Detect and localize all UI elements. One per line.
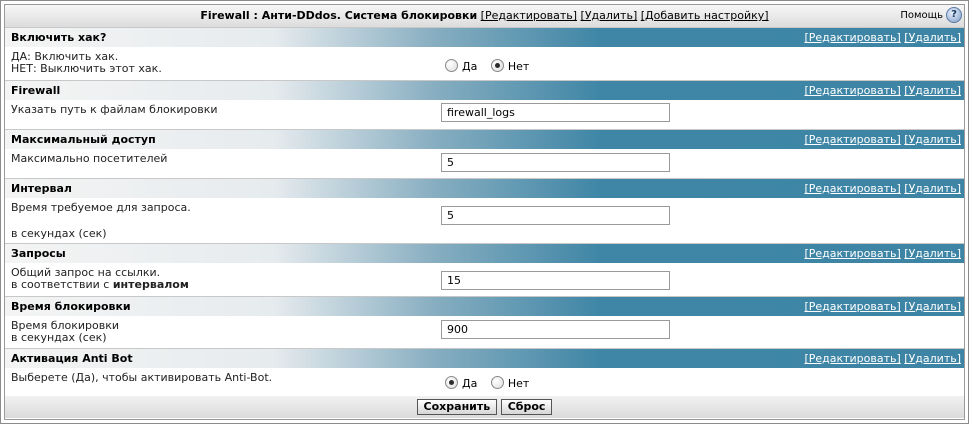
radio-label: Да bbox=[462, 377, 478, 390]
help-button[interactable]: Помощь? bbox=[900, 5, 962, 27]
description-line: Время требуемое для запроса. bbox=[11, 201, 191, 214]
help-label: Помощь bbox=[900, 10, 943, 21]
section-title: Firewall bbox=[11, 84, 61, 97]
section-header-anti-bot: Активация Anti Bot [Редактировать] [Удал… bbox=[5, 348, 964, 369]
radio-label: Нет bbox=[507, 377, 530, 390]
anti-bot-no-radio[interactable] bbox=[490, 376, 504, 389]
field-wrapper bbox=[441, 153, 670, 172]
header-delete-link[interactable]: [Удалить] bbox=[581, 9, 638, 22]
max-visitors-input[interactable] bbox=[441, 153, 670, 172]
section-delete-link[interactable]: [Удалить] bbox=[904, 300, 961, 313]
block-time-input[interactable] bbox=[441, 320, 670, 339]
firewall-path-input[interactable] bbox=[441, 103, 670, 122]
section-header-requests: Запросы [Редактировать] [Удалить] bbox=[5, 243, 964, 264]
panel-title: Firewall : Анти-DDdos. Система блокировк… bbox=[200, 9, 478, 22]
form-footer: Сохранить Сброс bbox=[5, 396, 964, 418]
header-edit-link[interactable]: [Редактировать] bbox=[481, 9, 577, 22]
section-delete-link[interactable]: [Удалить] bbox=[904, 133, 961, 146]
enable-hack-radio-group: Да Нет bbox=[445, 59, 539, 74]
anti-bot-yes-radio[interactable] bbox=[445, 376, 458, 389]
field-wrapper bbox=[441, 320, 670, 339]
setting-description: Выберете (Да), чтобы активировать Anti-B… bbox=[11, 371, 273, 384]
field-wrapper bbox=[441, 271, 670, 290]
enable-hack-no-radio[interactable] bbox=[490, 59, 504, 72]
description-text: в соответствии с bbox=[11, 278, 113, 291]
section-delete-link[interactable]: [Удалить] bbox=[904, 352, 961, 365]
panel-header: Firewall : Анти-DDdos. Система блокировк… bbox=[5, 5, 964, 28]
field-wrapper bbox=[441, 206, 670, 225]
setting-row-requests: Общий запрос на ссылки. в соответствии с… bbox=[5, 263, 964, 297]
reset-button[interactable]: Сброс bbox=[500, 399, 553, 415]
section-title: Включить хак? bbox=[11, 31, 107, 44]
section-delete-link[interactable]: [Удалить] bbox=[904, 84, 961, 97]
setting-description: ДА: Включить хак. НЕТ: Выключить этот ха… bbox=[11, 51, 162, 75]
description-line: в секундах (сек) bbox=[11, 331, 107, 344]
setting-row-enable-hack: ДА: Включить хак. НЕТ: Выключить этот ха… bbox=[5, 47, 964, 81]
section-delete-link[interactable]: [Удалить] bbox=[904, 31, 961, 44]
section-edit-link[interactable]: [Редактировать] bbox=[804, 182, 900, 195]
help-icon: ? bbox=[946, 7, 962, 23]
section-edit-link[interactable]: [Редактировать] bbox=[804, 300, 900, 313]
section-edit-link[interactable]: [Редактировать] bbox=[804, 84, 900, 97]
setting-row-anti-bot: Выберете (Да), чтобы активировать Anti-B… bbox=[5, 368, 964, 397]
settings-panel: Firewall : Анти-DDdos. Система блокировк… bbox=[4, 4, 965, 420]
field-wrapper bbox=[441, 103, 670, 122]
interval-input[interactable] bbox=[441, 206, 670, 225]
settings-window: Firewall : Анти-DDdos. Система блокировк… bbox=[0, 0, 969, 424]
save-button[interactable]: Сохранить bbox=[416, 399, 498, 415]
section-title: Интервал bbox=[11, 182, 72, 195]
section-title: Время блокировки bbox=[11, 300, 131, 313]
description-line: НЕТ: Выключить этот хак. bbox=[11, 62, 162, 75]
setting-row-firewall-path: Указать путь к файлам блокировки bbox=[5, 100, 964, 130]
description-line: в секундах (сек) bbox=[11, 227, 107, 240]
enable-hack-yes-radio[interactable] bbox=[445, 59, 458, 72]
section-delete-link[interactable]: [Удалить] bbox=[904, 182, 961, 195]
section-delete-link[interactable]: [Удалить] bbox=[904, 247, 961, 260]
setting-description: Время требуемое для запроса. в секундах … bbox=[11, 202, 191, 240]
radio-label: Да bbox=[462, 60, 478, 73]
section-edit-link[interactable]: [Редактировать] bbox=[804, 31, 900, 44]
radio-label: Нет bbox=[507, 60, 530, 73]
setting-description: Максимально посетителей bbox=[11, 152, 168, 165]
section-title: Активация Anti Bot bbox=[11, 352, 133, 365]
setting-row-block-time: Время блокировки в секундах (сек) bbox=[5, 316, 964, 349]
requests-input[interactable] bbox=[441, 271, 670, 290]
section-header-enable-hack: Включить хак? [Редактировать] [Удалить] bbox=[5, 27, 964, 48]
section-title: Запросы bbox=[11, 247, 66, 260]
setting-row-max-visitors: Максимально посетителей bbox=[5, 149, 964, 179]
description-line: в соответствии с интервалом bbox=[11, 279, 189, 291]
setting-description: Общий запрос на ссылки. в соответствии с… bbox=[11, 267, 189, 291]
section-header-block-time: Время блокировки [Редактировать] [Удалит… bbox=[5, 296, 964, 317]
section-edit-link[interactable]: [Редактировать] bbox=[804, 352, 900, 365]
setting-description: Время блокировки в секундах (сек) bbox=[11, 320, 119, 344]
section-edit-link[interactable]: [Редактировать] bbox=[804, 247, 900, 260]
section-header-firewall: Firewall [Редактировать] [Удалить] bbox=[5, 80, 964, 101]
description-emphasis: интервалом bbox=[112, 278, 189, 291]
setting-description: Указать путь к файлам блокировки bbox=[11, 103, 218, 116]
section-edit-link[interactable]: [Редактировать] bbox=[804, 133, 900, 146]
setting-row-interval: Время требуемое для запроса. в секундах … bbox=[5, 198, 964, 244]
section-header-max-access: Максимальный доступ [Редактировать] [Уда… bbox=[5, 129, 964, 150]
section-header-interval: Интервал [Редактировать] [Удалить] bbox=[5, 178, 964, 199]
section-title: Максимальный доступ bbox=[11, 133, 156, 146]
anti-bot-radio-group: Да Нет bbox=[445, 376, 539, 391]
header-add-setting-link[interactable]: [Добавить настройку] bbox=[641, 9, 769, 22]
